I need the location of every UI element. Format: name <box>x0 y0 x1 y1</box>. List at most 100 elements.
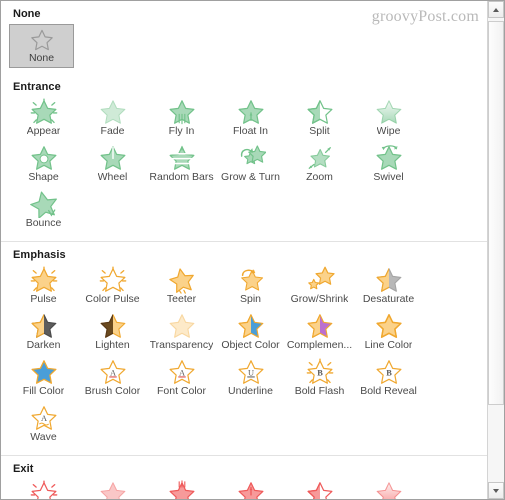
svg-text:A: A <box>178 368 184 377</box>
star-float-out-icon <box>236 480 266 499</box>
star-complementary-color-icon <box>305 312 335 340</box>
animation-item[interactable]: Grow/Shrink <box>285 265 354 311</box>
animation-item[interactable]: Wheel <box>78 143 147 189</box>
animation-item[interactable]: A Brush Color <box>78 357 147 403</box>
animation-item-label: Float In <box>232 125 269 137</box>
animation-item[interactable]: Float Out <box>216 479 285 499</box>
star-line-color-icon <box>374 312 404 340</box>
star-burst-icon <box>29 98 59 126</box>
animation-item[interactable]: A Font Color <box>147 357 216 403</box>
svg-text:B: B <box>386 368 392 377</box>
star-grow-turn-icon <box>236 144 266 172</box>
animation-item[interactable]: Bounce <box>9 189 78 235</box>
animation-item[interactable]: Wipe <box>354 97 423 143</box>
scroll-down-button[interactable] <box>488 482 504 499</box>
star-split-icon <box>305 98 335 126</box>
animation-item[interactable]: Fade <box>78 97 147 143</box>
animation-item-label: Wave <box>30 431 57 443</box>
star-desaturate-icon <box>374 266 404 294</box>
animation-item[interactable]: Disappear <box>9 479 78 499</box>
animation-item[interactable]: B Bold Flash <box>285 357 354 403</box>
animation-none-button[interactable]: None <box>9 24 74 68</box>
animation-item[interactable]: B Bold Reveal <box>354 357 423 403</box>
animation-item-label: Fade <box>100 125 125 137</box>
svg-text:B: B <box>317 368 323 377</box>
star-random-bars-icon <box>167 144 197 172</box>
animation-item-label: Zoom <box>306 171 333 183</box>
animation-item-label: Lighten <box>95 339 130 351</box>
animation-item-label: Complemen... <box>286 339 353 351</box>
animation-item[interactable]: Fly In <box>147 97 216 143</box>
star-grow-shrink-icon <box>305 266 335 294</box>
star-darken-icon <box>29 312 59 340</box>
animation-item-label: Transparency <box>149 339 214 351</box>
star-outline-icon <box>29 28 55 52</box>
star-color-pulse-icon <box>98 266 128 294</box>
scroll-up-button[interactable] <box>488 1 504 18</box>
animation-item-label: Wheel <box>97 171 128 183</box>
animation-item[interactable]: Teeter <box>147 265 216 311</box>
animation-item-label: Brush Color <box>84 385 141 397</box>
animation-item-label: Fly In <box>168 125 195 137</box>
star-wave-icon: A <box>29 404 59 432</box>
animation-item[interactable]: Desaturate <box>354 265 423 311</box>
star-bold-flash-icon: B <box>305 358 335 386</box>
scrollbar-thumb[interactable] <box>488 21 504 405</box>
vertical-scrollbar[interactable] <box>487 1 504 499</box>
star-swivel-icon <box>374 144 404 172</box>
svg-text:A: A <box>40 414 46 423</box>
scroll-up-arrow-icon <box>493 7 499 12</box>
animation-item[interactable]: Complemen... <box>285 311 354 357</box>
animation-item-label: Desaturate <box>362 293 415 305</box>
animation-item[interactable]: Split <box>285 97 354 143</box>
animation-item-label: Shape <box>28 171 59 183</box>
animation-item-label: Object Color <box>221 339 280 351</box>
animation-item[interactable]: Fly Out <box>147 479 216 499</box>
animation-item[interactable]: Swivel <box>354 143 423 189</box>
animation-item-label: Line Color <box>364 339 413 351</box>
animation-item[interactable]: Appear <box>9 97 78 143</box>
animation-item[interactable]: A Wave <box>9 403 78 449</box>
star-float-in-icon <box>236 98 266 126</box>
section-none: None None <box>1 1 487 74</box>
animation-item-label: Fill Color <box>22 385 65 397</box>
animation-item[interactable]: Lighten <box>78 311 147 357</box>
animation-none-label: None <box>28 52 55 64</box>
animation-item-label: Font Color <box>156 385 207 397</box>
star-split-icon <box>305 480 335 499</box>
animation-item-label: Color Pulse <box>85 293 140 305</box>
star-fill-color-icon <box>29 358 59 386</box>
animation-item[interactable]: Object Color <box>216 311 285 357</box>
svg-text:A: A <box>109 368 115 377</box>
star-wipe-icon <box>374 480 404 499</box>
animation-item[interactable]: Split <box>285 479 354 499</box>
animation-item[interactable]: U Underline <box>216 357 285 403</box>
animation-item[interactable]: Line Color <box>354 311 423 357</box>
star-fade-icon <box>98 480 128 499</box>
animation-item[interactable]: Darken <box>9 311 78 357</box>
scrollbar-track[interactable] <box>488 18 504 482</box>
star-lighten-icon <box>98 312 128 340</box>
animation-grid-emphasis: Pulse Color Pulse Teeter Spin Grow/Shrink Des… <box>1 265 487 455</box>
section-exit: Exit DisappearFadeFly OutFloat OutSplitWi… <box>1 455 487 499</box>
star-shape-icon <box>29 144 59 172</box>
animation-item[interactable]: Random Bars <box>147 143 216 189</box>
animation-item-label: Teeter <box>166 293 197 305</box>
animation-item[interactable]: Shape <box>9 143 78 189</box>
animation-item[interactable]: Wipe <box>354 479 423 499</box>
animation-item-label: Bounce <box>25 217 62 229</box>
animation-item[interactable]: Spin <box>216 265 285 311</box>
animation-item[interactable]: Zoom <box>285 143 354 189</box>
animation-item-label: Grow & Turn <box>221 171 280 183</box>
animation-item[interactable]: Grow & Turn <box>216 143 285 189</box>
animation-item[interactable]: Pulse <box>9 265 78 311</box>
star-bold-reveal-icon: B <box>374 358 404 386</box>
animation-item[interactable]: Transparency <box>147 311 216 357</box>
animation-item[interactable]: Fill Color <box>9 357 78 403</box>
star-brush-color-icon: A <box>98 358 128 386</box>
animation-item-label: Pulse <box>30 293 57 305</box>
animation-item[interactable]: Float In <box>216 97 285 143</box>
animation-grid-exit: DisappearFadeFly OutFloat OutSplitWipeSh… <box>1 479 487 499</box>
animation-item[interactable]: Color Pulse <box>78 265 147 311</box>
animation-item[interactable]: Fade <box>78 479 147 499</box>
